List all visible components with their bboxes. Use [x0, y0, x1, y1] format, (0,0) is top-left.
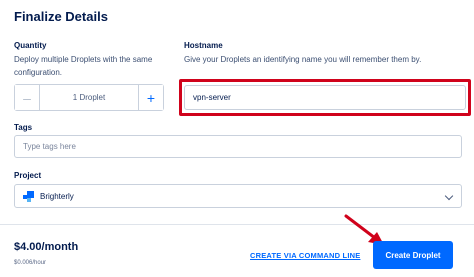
create-via-cli-link[interactable]: CREATE VIA COMMAND LINE	[250, 251, 360, 260]
page-title: Finalize Details	[14, 9, 108, 24]
quantity-description-line2: configuration.	[14, 68, 63, 77]
project-selected-value: Brighterly	[40, 191, 74, 201]
hostname-input[interactable]	[184, 85, 466, 110]
quantity-description: Deploy multiple Droplets with the same c…	[14, 53, 152, 79]
create-droplet-button[interactable]: Create Droplet	[373, 241, 453, 269]
decrement-button[interactable]: –	[15, 85, 40, 110]
hostname-description: Give your Droplets an identifying name y…	[184, 55, 422, 64]
hourly-price: $0.006/hour	[14, 260, 47, 266]
quantity-value[interactable]: 1 Droplet	[40, 85, 138, 110]
quantity-label: Quantity	[14, 41, 47, 50]
quantity-description-line1: Deploy multiple Droplets with the same	[14, 55, 153, 64]
increment-button[interactable]: +	[138, 85, 163, 110]
monthly-price: $4.00/month	[14, 241, 79, 253]
tags-label: Tags	[14, 123, 33, 132]
chevron-down-icon	[444, 191, 454, 201]
quantity-stepper: – 1 Droplet +	[14, 84, 164, 111]
project-icon	[23, 190, 34, 202]
footer-divider	[0, 224, 474, 225]
hostname-label: Hostname	[184, 41, 223, 50]
project-select[interactable]: Brighterly	[14, 184, 462, 208]
tags-input[interactable]	[14, 135, 462, 158]
project-label: Project	[14, 171, 42, 180]
